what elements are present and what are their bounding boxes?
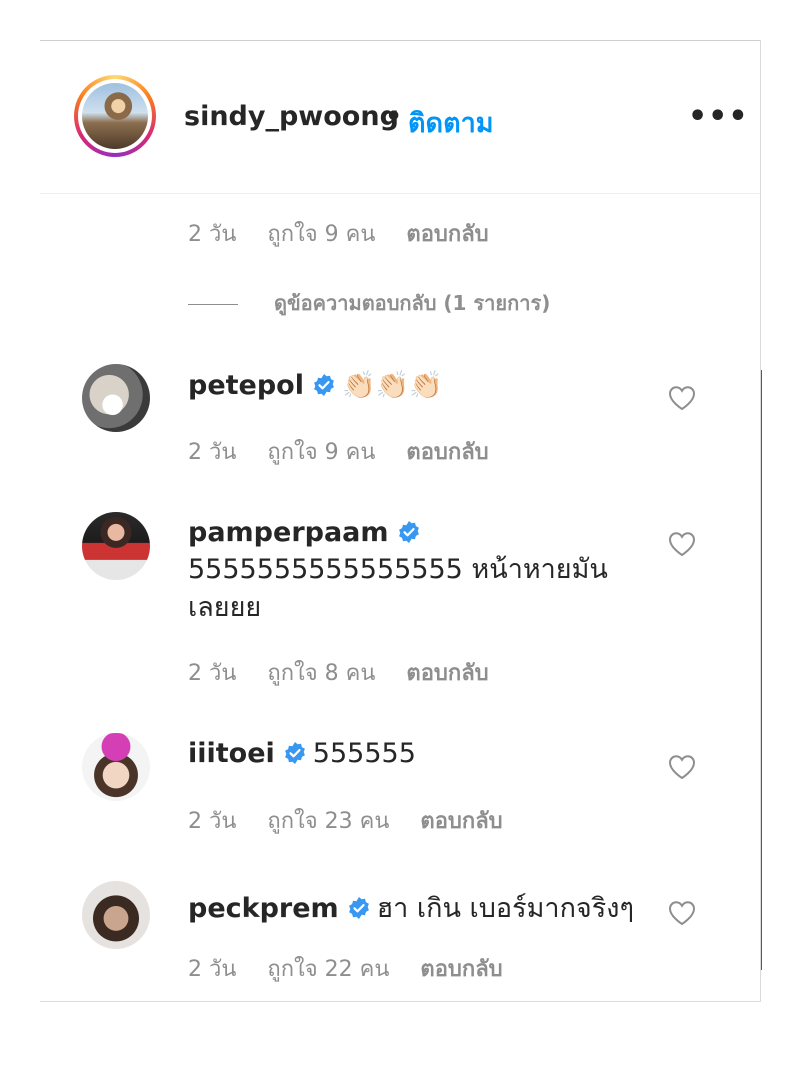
divider-line (188, 304, 238, 305)
reply-button[interactable]: ตอบกลับ (406, 661, 488, 686)
comment-username[interactable]: iiitoei 555555 (188, 738, 416, 769)
comment-username[interactable]: peckprem ฮา เกิน เบอร์มากจริงๆ (188, 886, 634, 929)
avatar[interactable] (82, 364, 150, 432)
comment-meta: 2 วัน ถูกใจ 9 คน ตอบกลับ (188, 434, 513, 469)
comment-time[interactable]: 2 วัน (188, 957, 236, 982)
reply-button[interactable]: ตอบกลับ (406, 440, 488, 465)
post-author-username[interactable]: sindy_pwoong (184, 101, 399, 132)
comment-time[interactable]: 2 วัน (188, 222, 236, 247)
comment-time[interactable]: 2 วัน (188, 440, 236, 465)
follow-button[interactable]: ติดตาม (408, 101, 494, 144)
comment-likes[interactable]: ถูกใจ 8 คน (267, 661, 375, 686)
comment-username[interactable]: pamperpaam (188, 517, 427, 548)
heart-icon[interactable] (668, 900, 696, 926)
comment-likes[interactable]: ถูกใจ 9 คน (267, 222, 375, 247)
more-icon[interactable]: ••• (688, 99, 749, 134)
reply-button[interactable]: ตอบกลับ (406, 222, 488, 247)
comment-meta: 2 วัน ถูกใจ 8 คน ตอบกลับ (188, 655, 513, 690)
post-header: sindy_pwoong • ติดตาม ••• (40, 41, 760, 194)
avatar[interactable] (82, 733, 150, 801)
comment-text: 👏🏻👏🏻👏🏻 (342, 370, 443, 401)
avatar[interactable] (82, 512, 150, 580)
comment-time[interactable]: 2 วัน (188, 661, 236, 686)
verified-badge-icon (312, 373, 336, 397)
heart-icon[interactable] (668, 754, 696, 780)
comment-likes[interactable]: ถูกใจ 9 คน (267, 440, 375, 465)
heart-icon[interactable] (668, 385, 696, 411)
heart-icon[interactable] (668, 531, 696, 557)
comment-time[interactable]: 2 วัน (188, 809, 236, 834)
reply-button[interactable]: ตอบกลับ (420, 957, 502, 982)
comment-meta: 2 วัน ถูกใจ 9 คน ตอบกลับ (188, 216, 513, 251)
avatar[interactable] (82, 881, 150, 949)
reply-button[interactable]: ตอบกลับ (420, 809, 502, 834)
comment-text: 555555 (312, 738, 416, 769)
comment-likes[interactable]: ถูกใจ 22 คน (267, 957, 389, 982)
comment-meta: 2 วัน ถูกใจ 22 คน ตอบกลับ (188, 951, 527, 986)
comment-text: 5555555555555555 หน้าหายมัน เลยยย (188, 554, 608, 623)
comment-meta: 2 วัน ถูกใจ 23 คน ตอบกลับ (188, 803, 527, 838)
verified-badge-icon (283, 741, 307, 765)
verified-badge-icon (347, 896, 371, 920)
post-author-avatar[interactable] (74, 75, 156, 157)
view-replies-button[interactable]: ดูข้อความตอบกลับ (1 รายการ) (188, 287, 550, 319)
comments-panel: sindy_pwoong • ติดตาม ••• 2 วัน ถูกใจ 9 … (40, 40, 761, 1002)
separator-dot: • (385, 101, 403, 132)
comment-username[interactable]: petepol 👏🏻👏🏻👏🏻 (188, 369, 443, 401)
view-replies-label: ดูข้อความตอบกลับ (1 รายการ) (274, 291, 551, 315)
comment-text: ฮา เกิน เบอร์มากจริงๆ (376, 893, 634, 924)
verified-badge-icon (397, 520, 421, 544)
comment-likes[interactable]: ถูกใจ 23 คน (267, 809, 389, 834)
